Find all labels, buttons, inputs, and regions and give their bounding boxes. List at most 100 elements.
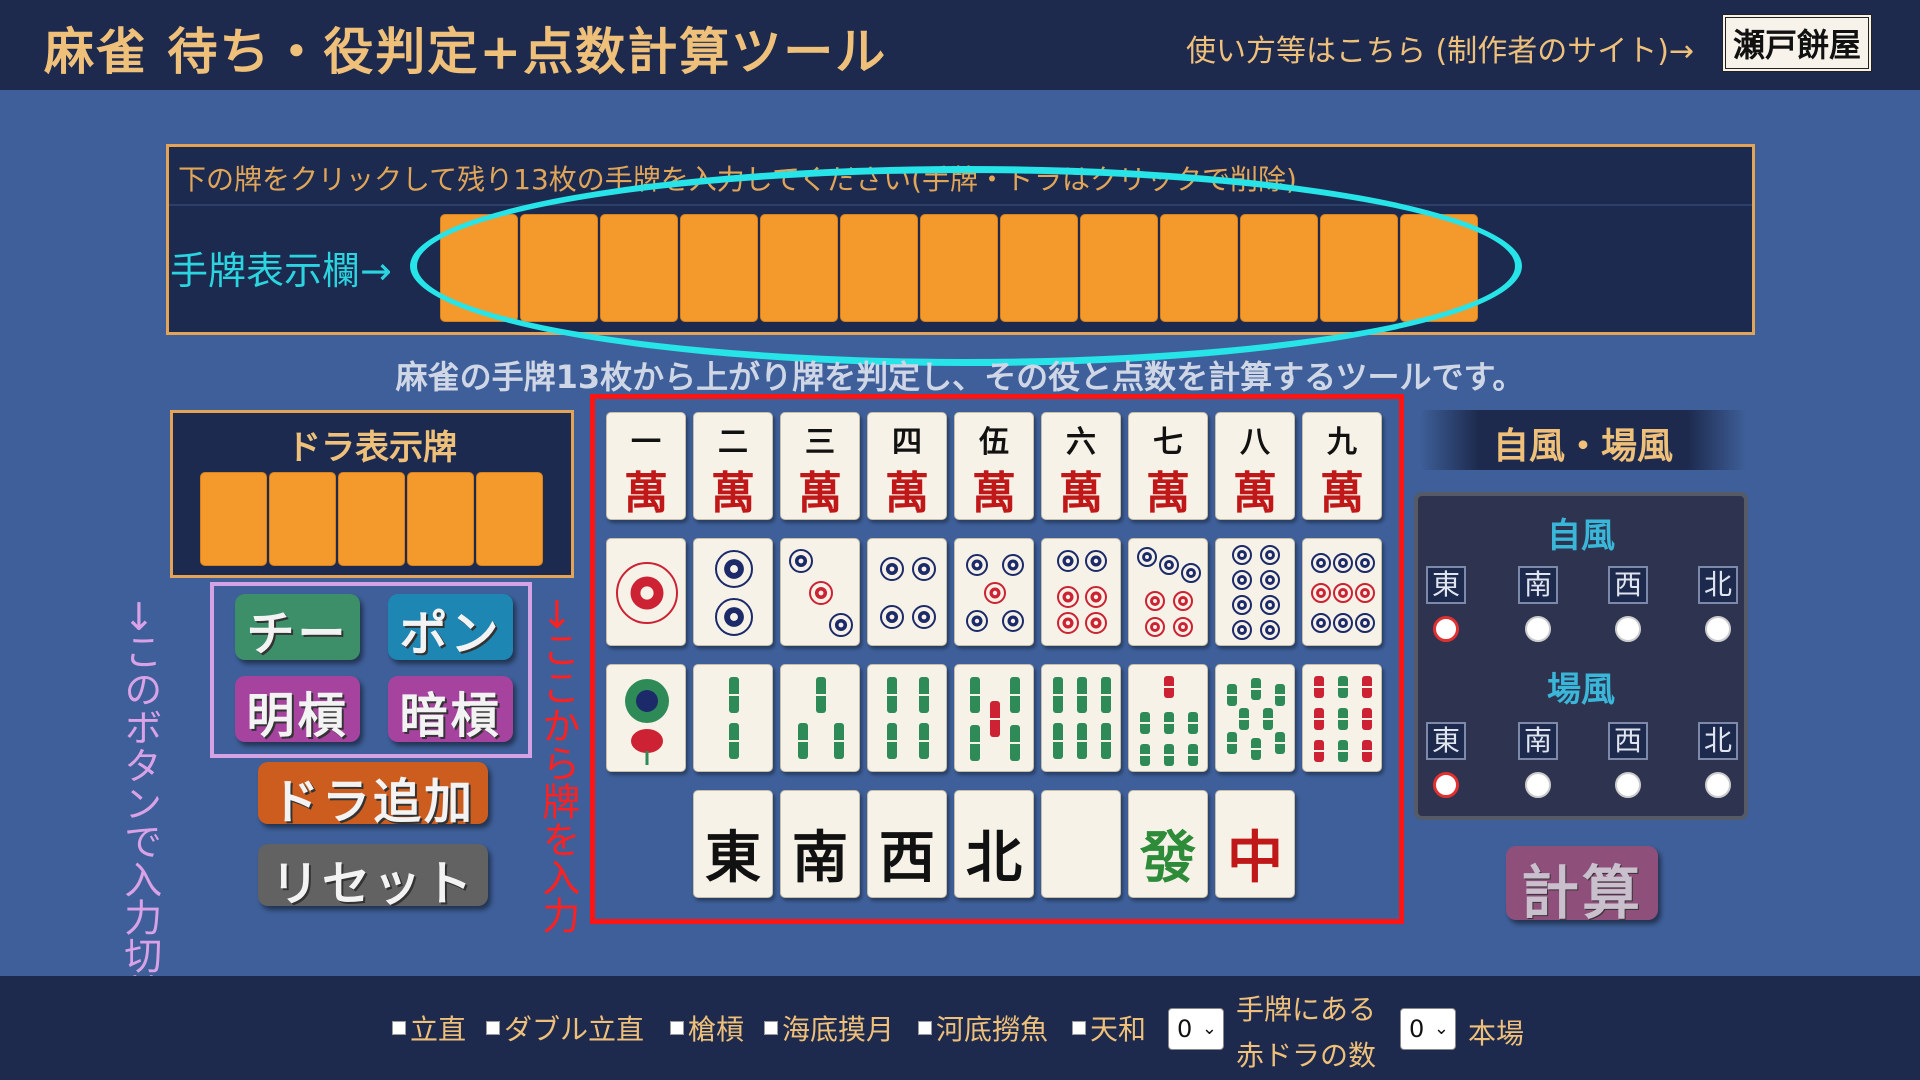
honba-select[interactable]: 0 ⌄ — [1400, 1008, 1456, 1050]
minkan-button[interactable]: 明槓 — [235, 676, 360, 744]
option-checkbox[interactable]: 河底撈魚 — [918, 1010, 1048, 1046]
sou-tile[interactable] — [1302, 664, 1382, 772]
round-wind-option: 南 — [1518, 722, 1558, 760]
pin-dot-center — [1319, 621, 1323, 625]
east-wind-tile[interactable]: 東 — [693, 790, 773, 898]
sou-tile[interactable] — [606, 664, 686, 772]
tile-suit-glyph: 萬 — [885, 468, 929, 519]
north-wind-tile[interactable]: 北 — [954, 790, 1034, 898]
man-tile[interactable]: 三萬 — [780, 412, 860, 520]
checkbox-box[interactable] — [486, 1021, 500, 1035]
option-checkbox[interactable]: 槍槓 — [670, 1010, 744, 1046]
man-tile[interactable]: 四萬 — [867, 412, 947, 520]
add-dora-button[interactable]: ドラ追加 — [258, 762, 488, 830]
pin-tile[interactable] — [867, 538, 947, 646]
seat-wind-radio[interactable] — [1525, 616, 1551, 642]
man-tile[interactable]: 九萬 — [1302, 412, 1382, 520]
ankan-button[interactable]: 暗槓 — [388, 676, 513, 744]
dora-slot[interactable] — [407, 472, 474, 566]
checkbox-box[interactable] — [670, 1021, 684, 1035]
pin-dots-icon — [1137, 547, 1201, 637]
sou-tile[interactable] — [954, 664, 1034, 772]
option-checkbox[interactable]: 立直 — [392, 1010, 466, 1046]
option-label: 立直 — [410, 1013, 467, 1046]
pin-tile[interactable] — [1215, 538, 1295, 646]
white-dragon-tile[interactable] — [1041, 790, 1121, 898]
calculate-button[interactable]: 計算 — [1506, 846, 1658, 927]
checkbox-box[interactable] — [392, 1021, 406, 1035]
pin-dot-center — [1240, 628, 1244, 632]
sou-tile[interactable] — [780, 664, 860, 772]
sou-tile[interactable] — [1041, 664, 1121, 772]
round-wind-label: 場風 — [1547, 670, 1615, 710]
pin-dot-center — [1189, 571, 1193, 575]
chi-button[interactable]: チー — [235, 594, 360, 662]
peacock-eye — [636, 690, 658, 712]
dora-slot[interactable] — [200, 472, 267, 566]
pin-dots-icon — [789, 549, 853, 637]
man-tile[interactable]: 七萬 — [1128, 412, 1208, 520]
pin-dots-icon — [715, 550, 753, 636]
pin-tile[interactable] — [1128, 538, 1208, 646]
man-tile[interactable]: 伍萬 — [954, 412, 1034, 520]
green-dragon-tile[interactable]: 發 — [1128, 790, 1208, 898]
option-label: 槍槓 — [688, 1013, 745, 1046]
pin-tile[interactable] — [693, 538, 773, 646]
pin-dot-center — [1153, 599, 1157, 603]
honba-label: 本場 — [1468, 1017, 1525, 1050]
pin-dot-center — [1319, 561, 1323, 565]
option-checkbox[interactable]: ダブル立直 — [486, 1010, 644, 1046]
sou-tile[interactable] — [867, 664, 947, 772]
red-dora-select[interactable]: 0 ⌄ — [1168, 1008, 1224, 1050]
round-wind-radio[interactable] — [1433, 772, 1459, 798]
highlight-ellipse — [410, 166, 1522, 366]
pin-dot-center — [1065, 620, 1071, 626]
sou-tile[interactable] — [1128, 664, 1208, 772]
pin-dot-center — [1341, 591, 1345, 595]
man-tile[interactable]: 六萬 — [1041, 412, 1121, 520]
checkbox-box[interactable] — [764, 1021, 778, 1035]
option-checkbox[interactable]: 天和 — [1072, 1010, 1146, 1046]
tile-honor-glyph: 北 — [966, 825, 1022, 891]
dora-slot[interactable] — [476, 472, 543, 566]
reset-button[interactable]: リセット — [258, 844, 488, 912]
howto-link[interactable]: 使い方等はこちら (制作者のサイト)→ — [1186, 26, 1694, 70]
tile-honor-glyph: 東 — [705, 825, 761, 891]
seat-wind-radio[interactable] — [1615, 616, 1641, 642]
site-logo[interactable]: 瀬戸餅屋 — [1722, 14, 1872, 72]
checkbox-box[interactable] — [918, 1021, 932, 1035]
pin-dot-center — [1093, 594, 1099, 600]
wind-title: 自風・場風 — [1492, 425, 1673, 467]
tile-number: 六 — [1066, 425, 1096, 460]
man-tile[interactable]: 二萬 — [693, 412, 773, 520]
seat-wind-radio[interactable] — [1433, 616, 1459, 642]
option-checkbox[interactable]: 海底摸月 — [764, 1010, 894, 1046]
dora-slot[interactable] — [269, 472, 336, 566]
round-wind-radio[interactable] — [1525, 772, 1551, 798]
seat-wind-radio[interactable] — [1705, 616, 1731, 642]
red-dragon-tile[interactable]: 中 — [1215, 790, 1295, 898]
sou-tile[interactable] — [693, 664, 773, 772]
man-tile[interactable]: 一萬 — [606, 412, 686, 520]
pin-tile[interactable] — [606, 538, 686, 646]
pin-tile[interactable] — [780, 538, 860, 646]
bamboo-icon — [796, 677, 846, 759]
dora-slot[interactable] — [338, 472, 405, 566]
round-wind-radio[interactable] — [1705, 772, 1731, 798]
south-wind-tile[interactable]: 南 — [780, 790, 860, 898]
pin-dots-icon — [966, 554, 1024, 632]
pin-tile[interactable] — [1302, 538, 1382, 646]
round-wind-radio[interactable] — [1615, 772, 1641, 798]
pin-tile[interactable] — [1041, 538, 1121, 646]
west-wind-tile[interactable]: 西 — [867, 790, 947, 898]
bamboo-icon — [727, 677, 741, 759]
peacock-icon — [625, 679, 669, 765]
pin-dot-center — [1145, 555, 1149, 559]
checkbox-box[interactable] — [1072, 1021, 1086, 1035]
pin-tile[interactable] — [954, 538, 1034, 646]
tile-number: 九 — [1327, 425, 1357, 460]
man-tile[interactable]: 八萬 — [1215, 412, 1295, 520]
sou-tile[interactable] — [1215, 664, 1295, 772]
app-title: 麻雀 待ち・役判定+点数計算ツール — [44, 22, 888, 81]
pon-button[interactable]: ポン — [388, 594, 513, 662]
